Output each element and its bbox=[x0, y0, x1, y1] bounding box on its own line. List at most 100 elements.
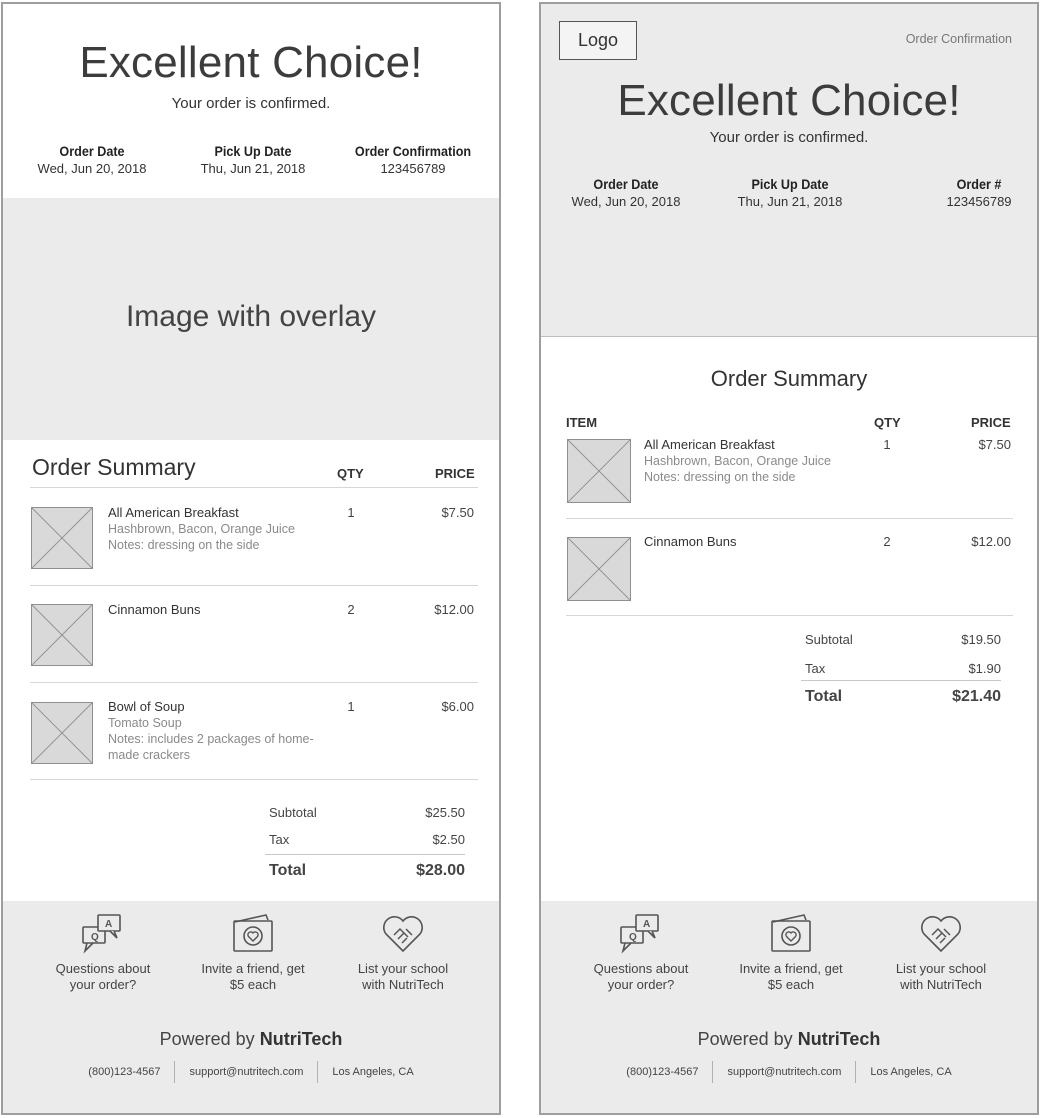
handshake-heart-icon bbox=[383, 916, 423, 953]
list-school-link[interactable]: List your school with NutriTech bbox=[866, 911, 1016, 993]
questions-line1: Questions about bbox=[55, 961, 151, 976]
item-price: $7.50 bbox=[978, 437, 1011, 452]
order-confirmation: Order Confirmation 123456789 bbox=[333, 143, 493, 176]
order-summary-title: Order Summary bbox=[32, 454, 196, 480]
order-date: Order Date Wed, Jun 20, 2018 bbox=[551, 176, 701, 209]
gift-card-heart-icon bbox=[233, 914, 273, 952]
order-date: Order Date Wed, Jun 20, 2018 bbox=[17, 143, 167, 176]
invite-line2: $5 each bbox=[229, 977, 277, 992]
footer: Q A Questions about your order? Invite a… bbox=[3, 901, 499, 1113]
hero-title: Excellent Choice! bbox=[617, 76, 961, 125]
divider bbox=[801, 680, 1001, 681]
order-summary-title: Order Summary bbox=[710, 366, 868, 391]
subtotal-value: $19.50 bbox=[961, 632, 1001, 647]
order-date-label: Order Date bbox=[593, 176, 659, 192]
email-layout-b: Logo Order Confirmation Excellent Choice… bbox=[539, 2, 1039, 1115]
divider bbox=[30, 682, 478, 683]
list-school-line1: List your school bbox=[357, 961, 449, 976]
location-text: Los Angeles, CA bbox=[332, 1066, 414, 1078]
item-image-placeholder bbox=[31, 507, 93, 569]
divider bbox=[566, 518, 1013, 519]
questions-link[interactable]: Q A Questions about your order? bbox=[28, 911, 178, 993]
invite-line1: Invite a friend, get bbox=[739, 961, 843, 976]
divider bbox=[30, 487, 478, 488]
hero-image-overlay: Image with overlay bbox=[3, 198, 499, 440]
handshake-heart-icon bbox=[921, 916, 961, 953]
brand-name: NutriTech bbox=[797, 1029, 881, 1049]
item-image-placeholder bbox=[31, 702, 93, 764]
brand-name: NutriTech bbox=[259, 1029, 343, 1049]
total-label: Total bbox=[805, 688, 843, 705]
item-qty: 1 bbox=[347, 505, 355, 520]
pickup-date: Pick Up Date Thu, Jun 21, 2018 bbox=[178, 143, 328, 176]
order-date-value: Wed, Jun 20, 2018 bbox=[571, 194, 681, 209]
item-price: $7.50 bbox=[441, 505, 474, 520]
divider bbox=[566, 615, 1013, 616]
svg-text:A: A bbox=[643, 919, 650, 930]
item-name: Cinnamon Buns bbox=[108, 602, 201, 617]
gift-card-heart-icon bbox=[771, 914, 811, 952]
location-text: Los Angeles, CA bbox=[870, 1066, 952, 1078]
invite-friend-link[interactable]: Invite a friend, get $5 each bbox=[716, 911, 866, 993]
pickup-date-label: Pick Up Date bbox=[751, 176, 829, 192]
svg-text:A: A bbox=[105, 919, 112, 930]
invite-line2: $5 each bbox=[767, 977, 815, 992]
order-confirmation-value: 123456789 bbox=[380, 161, 446, 176]
list-school-line1: List your school bbox=[895, 961, 987, 976]
subtotal-label: Subtotal bbox=[269, 805, 317, 820]
item-qty: 1 bbox=[883, 437, 891, 452]
item-name: Bowl of Soup bbox=[108, 699, 185, 714]
qa-chat-icon: Q A bbox=[620, 914, 659, 954]
item-price: $12.00 bbox=[971, 534, 1011, 549]
phone-link[interactable]: (800)123-4567 bbox=[612, 1061, 712, 1083]
powered-by: Powered by NutriTech bbox=[541, 1029, 1037, 1050]
total-value: $28.00 bbox=[416, 862, 465, 879]
questions-line1: Questions about bbox=[593, 961, 689, 976]
item-image-placeholder bbox=[31, 604, 93, 666]
item-qty: 1 bbox=[347, 699, 355, 714]
item-header: ITEM bbox=[566, 415, 598, 430]
qa-chat-icon: Q A bbox=[82, 914, 121, 954]
item-qty: 2 bbox=[883, 534, 891, 549]
logo: Logo bbox=[559, 21, 637, 60]
powered-by-prefix: Powered by bbox=[697, 1029, 793, 1049]
item-name: All American Breakfast bbox=[108, 505, 239, 520]
list-school-link[interactable]: List your school with NutriTech bbox=[328, 911, 478, 993]
order-confirmation-link[interactable]: Order Confirmation bbox=[906, 32, 1012, 46]
order-date-label: Order Date bbox=[59, 143, 125, 159]
tax-value: $2.50 bbox=[432, 832, 465, 847]
item-notes: Notes: dressing on the side bbox=[108, 538, 260, 552]
email-link[interactable]: support@nutritech.com bbox=[175, 1061, 317, 1083]
overlay-text: Image with overlay bbox=[125, 300, 377, 333]
item-price: $6.00 bbox=[441, 699, 474, 714]
order-date-value: Wed, Jun 20, 2018 bbox=[37, 161, 147, 176]
divider bbox=[265, 854, 465, 855]
price-header: PRICE bbox=[435, 466, 475, 481]
subtotal-label: Subtotal bbox=[805, 632, 853, 647]
item-qty: 2 bbox=[347, 602, 355, 617]
total-label: Total bbox=[269, 862, 307, 879]
powered-by-prefix: Powered by bbox=[159, 1029, 255, 1049]
item-image-placeholder bbox=[567, 537, 631, 601]
invite-line1: Invite a friend, get bbox=[201, 961, 305, 976]
list-school-line2: with NutriTech bbox=[362, 977, 444, 992]
invite-friend-link[interactable]: Invite a friend, get $5 each bbox=[178, 911, 328, 993]
subtotal-value: $25.50 bbox=[425, 805, 465, 820]
item-image-placeholder bbox=[567, 439, 631, 503]
list-school-line2: with NutriTech bbox=[900, 977, 982, 992]
questions-link[interactable]: Q A Questions about your order? bbox=[566, 911, 716, 993]
svg-text:Q: Q bbox=[629, 932, 637, 943]
item-name: Cinnamon Buns bbox=[644, 534, 737, 549]
order-number-label: Order # bbox=[956, 176, 1002, 192]
pickup-date-value: Thu, Jun 21, 2018 bbox=[737, 194, 843, 209]
item-price: $12.00 bbox=[434, 602, 474, 617]
item-notes: Notes: dressing on the side bbox=[644, 470, 796, 484]
email-link[interactable]: support@nutritech.com bbox=[713, 1061, 855, 1083]
item-description: Tomato Soup bbox=[108, 716, 182, 730]
pickup-date: Pick Up Date Thu, Jun 21, 2018 bbox=[715, 176, 865, 209]
item-name: All American Breakfast bbox=[644, 437, 775, 452]
phone-link[interactable]: (800)123-4567 bbox=[74, 1061, 174, 1083]
order-number: Order # 123456789 bbox=[921, 176, 1037, 209]
email-layout-a: Excellent Choice! Your order is confirme… bbox=[1, 2, 501, 1115]
tax-label: Tax bbox=[805, 661, 826, 676]
